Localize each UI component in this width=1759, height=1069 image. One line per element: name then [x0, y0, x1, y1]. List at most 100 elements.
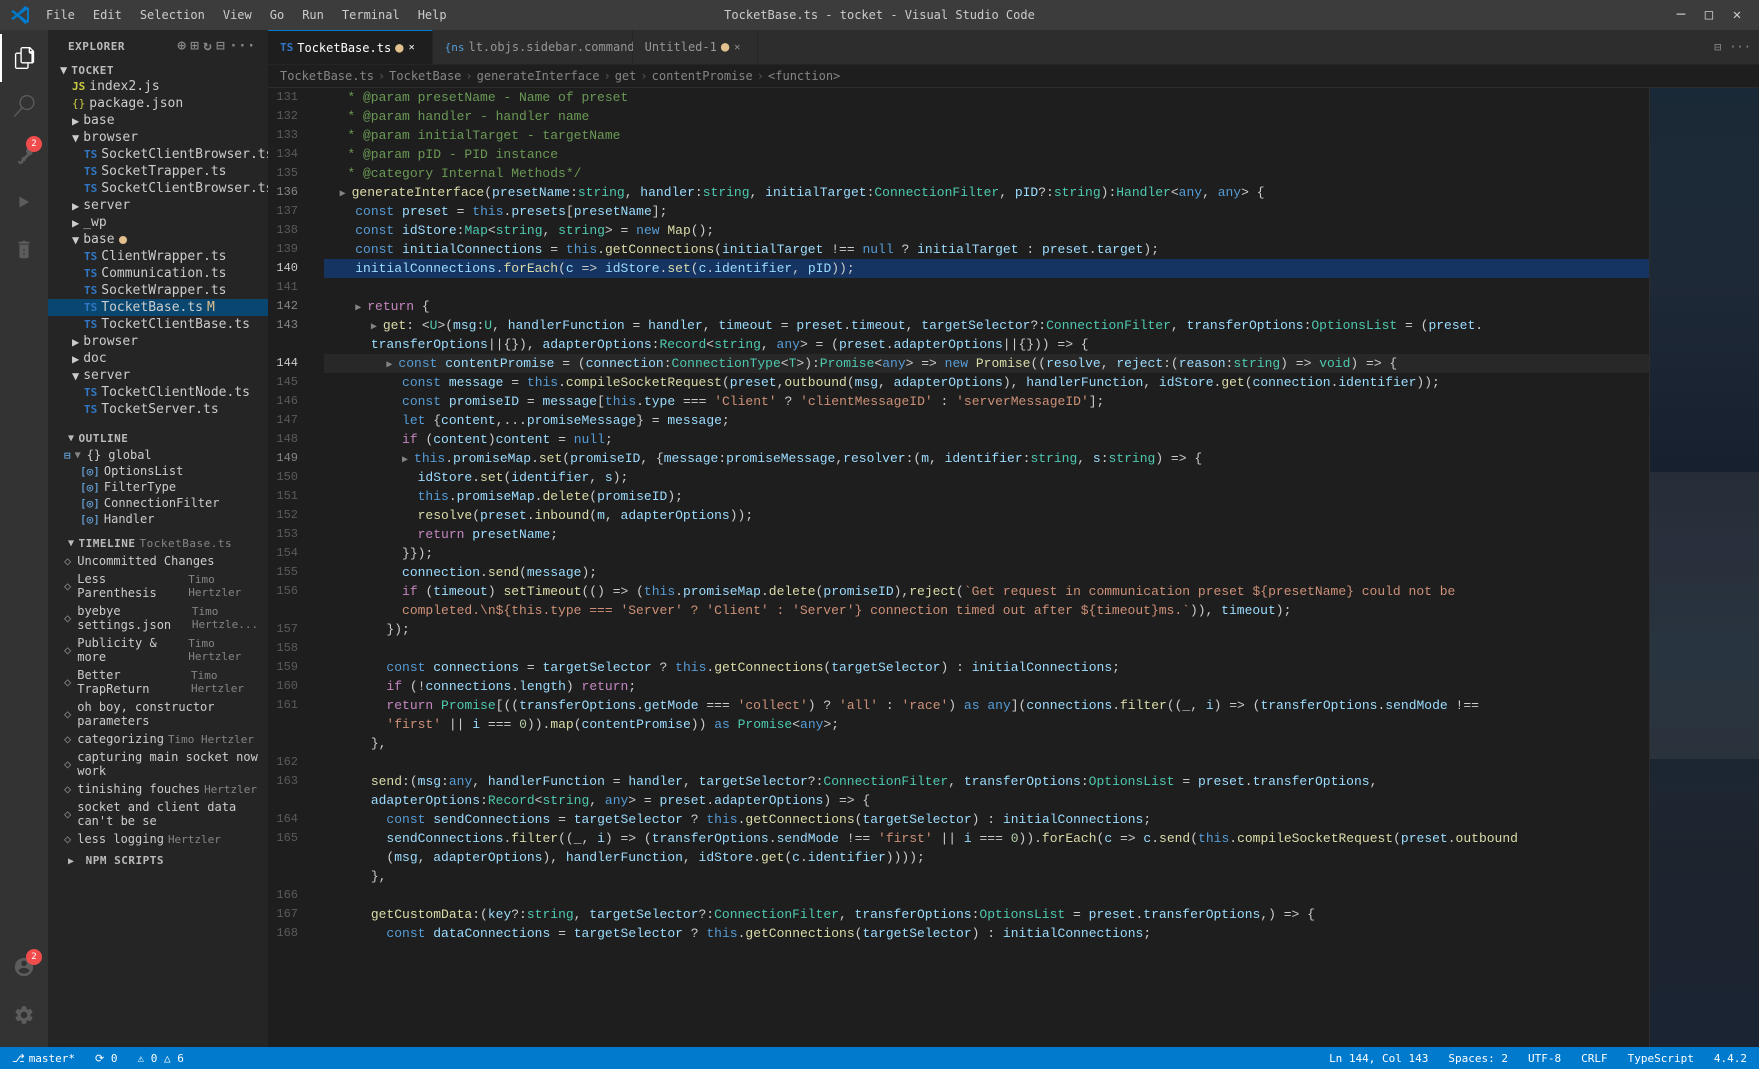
- status-left: ⎇ master* ⟳ 0 ⚠ 0 △ 6: [8, 1052, 188, 1065]
- menu-help[interactable]: Help: [410, 6, 455, 24]
- collapse-icon[interactable]: ⊟: [216, 38, 225, 54]
- activity-source-control[interactable]: 2: [0, 130, 48, 178]
- tab-close-untitled[interactable]: ✕: [729, 39, 745, 55]
- status-branch[interactable]: ⎇ master*: [8, 1052, 79, 1065]
- minimize-button[interactable]: ─: [1669, 3, 1693, 27]
- new-folder-icon[interactable]: ⊞: [190, 38, 199, 54]
- activity-run[interactable]: [0, 178, 48, 226]
- code-content[interactable]: * @param presetName - Name of preset * @…: [316, 88, 1649, 1047]
- timeline-trapreturn[interactable]: ◇ Better TrapReturn Timo Hertzler: [48, 666, 268, 698]
- breadcrumb-func[interactable]: <function>: [768, 69, 840, 83]
- code-line-136: ▶generateInterface(presetName:string, ha…: [324, 183, 1649, 202]
- menu-run[interactable]: Run: [294, 6, 332, 24]
- code-editor[interactable]: 131 132 133 134 135 136 137 138 139 140 …: [268, 88, 1759, 1047]
- folder-browser2[interactable]: ▶ browser: [48, 333, 268, 350]
- timeline-capturing[interactable]: ◇ capturing main socket now work: [48, 748, 268, 780]
- file-clientwrapper[interactable]: TS ClientWrapper.ts: [48, 248, 268, 265]
- project-root[interactable]: ▼ TOCKET: [48, 62, 268, 78]
- code-line-156: if (timeout) setTimeout(() => (this.prom…: [324, 582, 1649, 601]
- folder-base-main[interactable]: ▼ base: [48, 231, 268, 248]
- file-tocketserver[interactable]: TS TocketServer.ts: [48, 401, 268, 418]
- status-line-ending[interactable]: CRLF: [1577, 1052, 1612, 1065]
- timeline-title[interactable]: ▼ TIMELINE TocketBase.ts: [48, 531, 268, 552]
- menu-selection[interactable]: Selection: [132, 6, 213, 24]
- outline-filtertype[interactable]: [◎] FilterType: [48, 479, 268, 495]
- activity-settings[interactable]: [0, 991, 48, 1039]
- file-socketclientbrowser2[interactable]: TS SocketClientBrowser.ts: [48, 180, 268, 197]
- code-line-132: * @param handler - handler name: [324, 107, 1649, 126]
- folder-server2[interactable]: ▼ server: [48, 367, 268, 384]
- code-line-155: connection.send(message);: [324, 563, 1649, 582]
- folder-browser-top[interactable]: ▼ browser: [48, 129, 268, 146]
- ellipsis-icon[interactable]: ···: [229, 38, 256, 54]
- split-editor-icon[interactable]: ⊟: [1714, 40, 1721, 54]
- code-line-135: * @category Internal Methods*/: [324, 164, 1649, 183]
- timeline-byebye[interactable]: ◇ byebye settings.json Timo Hertzle...: [48, 602, 268, 634]
- close-button[interactable]: ✕: [1725, 3, 1749, 27]
- tab-untitled[interactable]: Untitled-1 ● ✕: [633, 30, 759, 65]
- activity-search[interactable]: [0, 82, 48, 130]
- status-language[interactable]: TypeScript: [1624, 1052, 1698, 1065]
- sidebar-title: EXPLORER ⊕ ⊞ ↻ ⊟ ···: [48, 30, 268, 58]
- code-line-168: const dataConnections = targetSelector ?…: [324, 924, 1649, 943]
- menu-go[interactable]: Go: [262, 6, 292, 24]
- status-position[interactable]: Ln 144, Col 143: [1325, 1052, 1432, 1065]
- code-line-161b: 'first' || i === 0)).map(contentPromise)…: [324, 715, 1649, 734]
- timeline-constructor[interactable]: ◇ oh boy, constructor parameters: [48, 698, 268, 730]
- tab-tocketbase[interactable]: TS TocketBase.ts ● ✕: [268, 30, 433, 65]
- more-actions-icon[interactable]: ···: [1729, 40, 1751, 54]
- breadcrumb-prop[interactable]: get: [615, 69, 637, 83]
- menu-view[interactable]: View: [215, 6, 260, 24]
- outline-optionslist[interactable]: [◎] OptionsList: [48, 463, 268, 479]
- timeline-categorizing[interactable]: ◇ categorizing Timo Hertzler: [48, 730, 268, 748]
- file-socketclientbrowser1[interactable]: TS SocketClientBrowser.ts: [48, 146, 268, 163]
- menu-terminal[interactable]: Terminal: [334, 6, 408, 24]
- maximize-button[interactable]: □: [1697, 3, 1721, 27]
- code-line-144: ▶const contentPromise = (connection:Conn…: [324, 354, 1649, 373]
- tab-close-tocketbase[interactable]: ✕: [404, 40, 420, 56]
- menu-edit[interactable]: Edit: [85, 6, 130, 24]
- new-file-icon[interactable]: ⊕: [177, 38, 186, 54]
- status-spaces[interactable]: Spaces: 2: [1444, 1052, 1512, 1065]
- breadcrumb-method[interactable]: generateInterface: [477, 69, 600, 83]
- file-tocketbase[interactable]: TS TocketBase.ts M: [48, 299, 268, 316]
- timeline-uncommitted[interactable]: ◇ Uncommitted Changes: [48, 552, 268, 570]
- timeline-tinishing[interactable]: ◇ tinishing fouches Hertzler: [48, 780, 268, 798]
- breadcrumb-class[interactable]: TocketBase: [389, 69, 461, 83]
- timeline-publicity[interactable]: ◇ Publicity & more Timo Hertzler: [48, 634, 268, 666]
- folder-doc[interactable]: ▶ doc: [48, 350, 268, 367]
- timeline-socket-client[interactable]: ◇ socket and client data can't be se: [48, 798, 268, 830]
- outline-handler[interactable]: [◎] Handler: [48, 511, 268, 527]
- title-bar: File Edit Selection View Go Run Terminal…: [0, 0, 1759, 30]
- status-sync[interactable]: ⟳ 0: [91, 1052, 121, 1065]
- outline-global[interactable]: ⊟ ▼ {} global: [48, 447, 268, 463]
- status-encoding[interactable]: UTF-8: [1524, 1052, 1565, 1065]
- file-socketwrapper[interactable]: TS SocketWrapper.ts: [48, 282, 268, 299]
- status-ts-version[interactable]: 4.4.2: [1710, 1052, 1751, 1065]
- file-packagejson[interactable]: {} package.json: [48, 95, 268, 112]
- file-communication[interactable]: TS Communication.ts: [48, 265, 268, 282]
- folder-server[interactable]: ▶ server: [48, 197, 268, 214]
- menu-file[interactable]: File: [38, 6, 83, 24]
- timeline-less-parenthesis[interactable]: ◇ Less Parenthesis Timo Hertzler: [48, 570, 268, 602]
- tab-sidebar[interactable]: {ns lt.objs.sidebar.command ✕: [433, 30, 633, 65]
- file-index2js[interactable]: JS index2.js: [48, 78, 268, 95]
- file-sockettrapper1[interactable]: TS SocketTrapper.ts: [48, 163, 268, 180]
- breadcrumb-sub[interactable]: contentPromise: [652, 69, 753, 83]
- breadcrumb-file[interactable]: TocketBase.ts: [280, 69, 374, 83]
- timeline-less-logging[interactable]: ◇ less logging Hertzler: [48, 830, 268, 848]
- folder-base-top[interactable]: ▶ base: [48, 112, 268, 129]
- folder-wp[interactable]: ▶ _wp: [48, 214, 268, 231]
- activity-explorer[interactable]: [0, 34, 48, 82]
- status-errors[interactable]: ⚠ 0 △ 6: [134, 1052, 188, 1065]
- activity-extensions[interactable]: [0, 226, 48, 274]
- file-tocketclientbase[interactable]: TS TocketClientBase.ts: [48, 316, 268, 333]
- window-controls: ─ □ ✕: [1669, 3, 1749, 27]
- file-tocketclientnode[interactable]: TS TocketClientNode.ts: [48, 384, 268, 401]
- outline-title[interactable]: ▼ OUTLINE: [48, 426, 268, 447]
- refresh-icon[interactable]: ↻: [203, 38, 212, 54]
- git-branch-icon: ⎇: [12, 1052, 25, 1065]
- npm-section[interactable]: ▶ NPM SCRIPTS: [48, 848, 268, 869]
- outline-connectionfilter[interactable]: [◎] ConnectionFilter: [48, 495, 268, 511]
- activity-account[interactable]: 2: [0, 943, 48, 991]
